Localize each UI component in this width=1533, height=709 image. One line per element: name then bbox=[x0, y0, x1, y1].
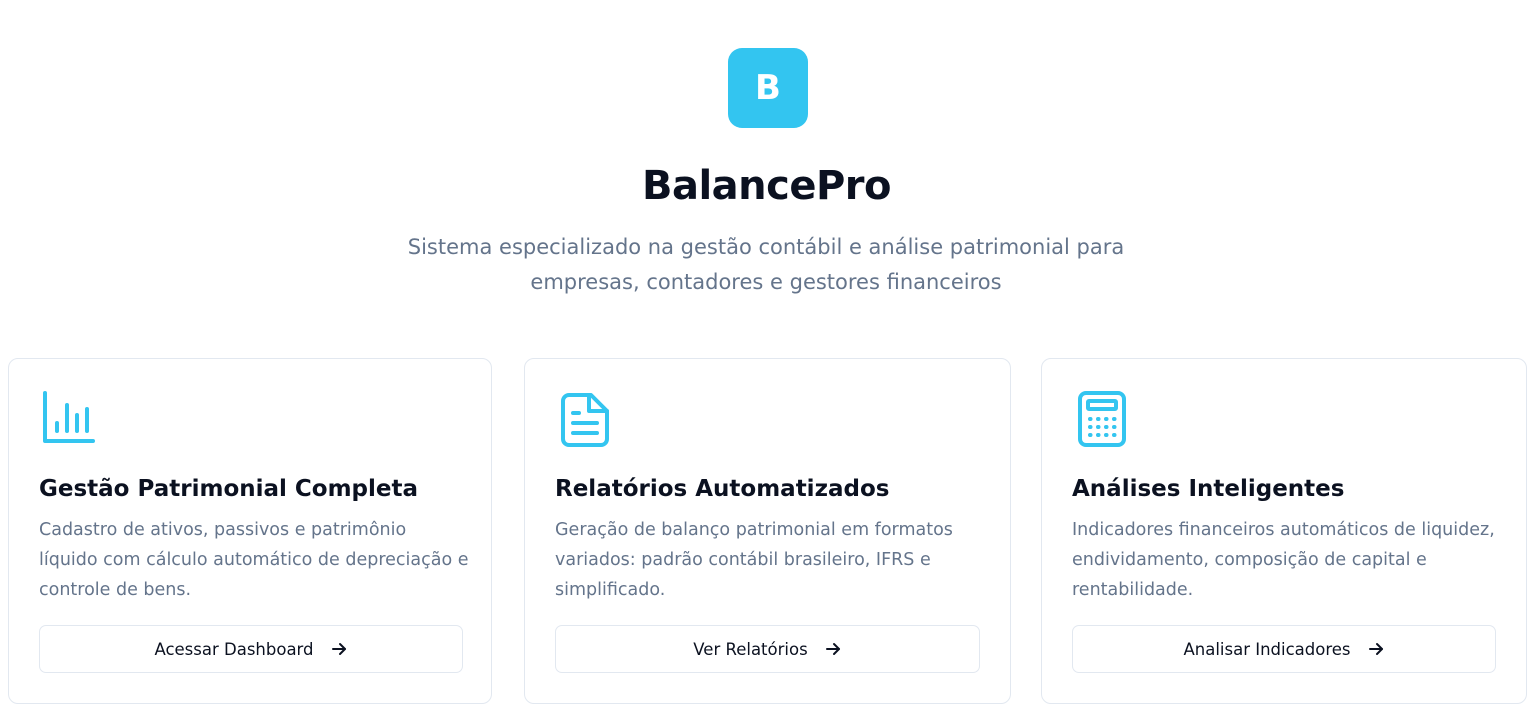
feature-card-patrimonial: Gestão Patrimonial Completa Cadastro de … bbox=[8, 358, 492, 704]
button-label: Ver Relatórios bbox=[693, 639, 808, 659]
arrow-right-icon bbox=[824, 640, 842, 658]
card-description: Cadastro de ativos, passivos e patrimôni… bbox=[39, 520, 469, 600]
brand-logo: B bbox=[728, 48, 808, 128]
landing-page: B BalancePro Sistema especializado na ge… bbox=[0, 0, 1533, 709]
calculator-icon bbox=[1072, 389, 1132, 449]
bar-chart-icon bbox=[39, 389, 99, 449]
card-title: Gestão Patrimonial Completa bbox=[39, 476, 419, 502]
feature-card-analysis: Análises Inteligentes Indicadores financ… bbox=[1041, 358, 1527, 704]
page-title: BalancePro bbox=[641, 163, 892, 209]
card-title: Relatórios Automatizados bbox=[555, 476, 890, 502]
card-title: Análises Inteligentes bbox=[1072, 476, 1345, 502]
document-icon bbox=[555, 389, 615, 449]
access-dashboard-button[interactable]: Acessar Dashboard bbox=[39, 625, 463, 673]
card-description: Geração de balanço patrimonial em format… bbox=[555, 520, 953, 600]
arrow-right-icon bbox=[1367, 640, 1385, 658]
view-reports-button[interactable]: Ver Relatórios bbox=[555, 625, 980, 673]
logo-letter: B bbox=[755, 68, 781, 108]
button-label: Acessar Dashboard bbox=[154, 639, 314, 659]
page-subtitle: Sistema especializado na gestão contábil… bbox=[407, 235, 1125, 294]
arrow-right-icon bbox=[330, 640, 348, 658]
feature-card-reports: Relatórios Automatizados Geração de bala… bbox=[524, 358, 1011, 704]
analyze-indicators-button[interactable]: Analisar Indicadores bbox=[1072, 625, 1496, 673]
button-label: Analisar Indicadores bbox=[1183, 639, 1351, 659]
card-description: Indicadores financeiros automáticos de l… bbox=[1072, 520, 1495, 600]
